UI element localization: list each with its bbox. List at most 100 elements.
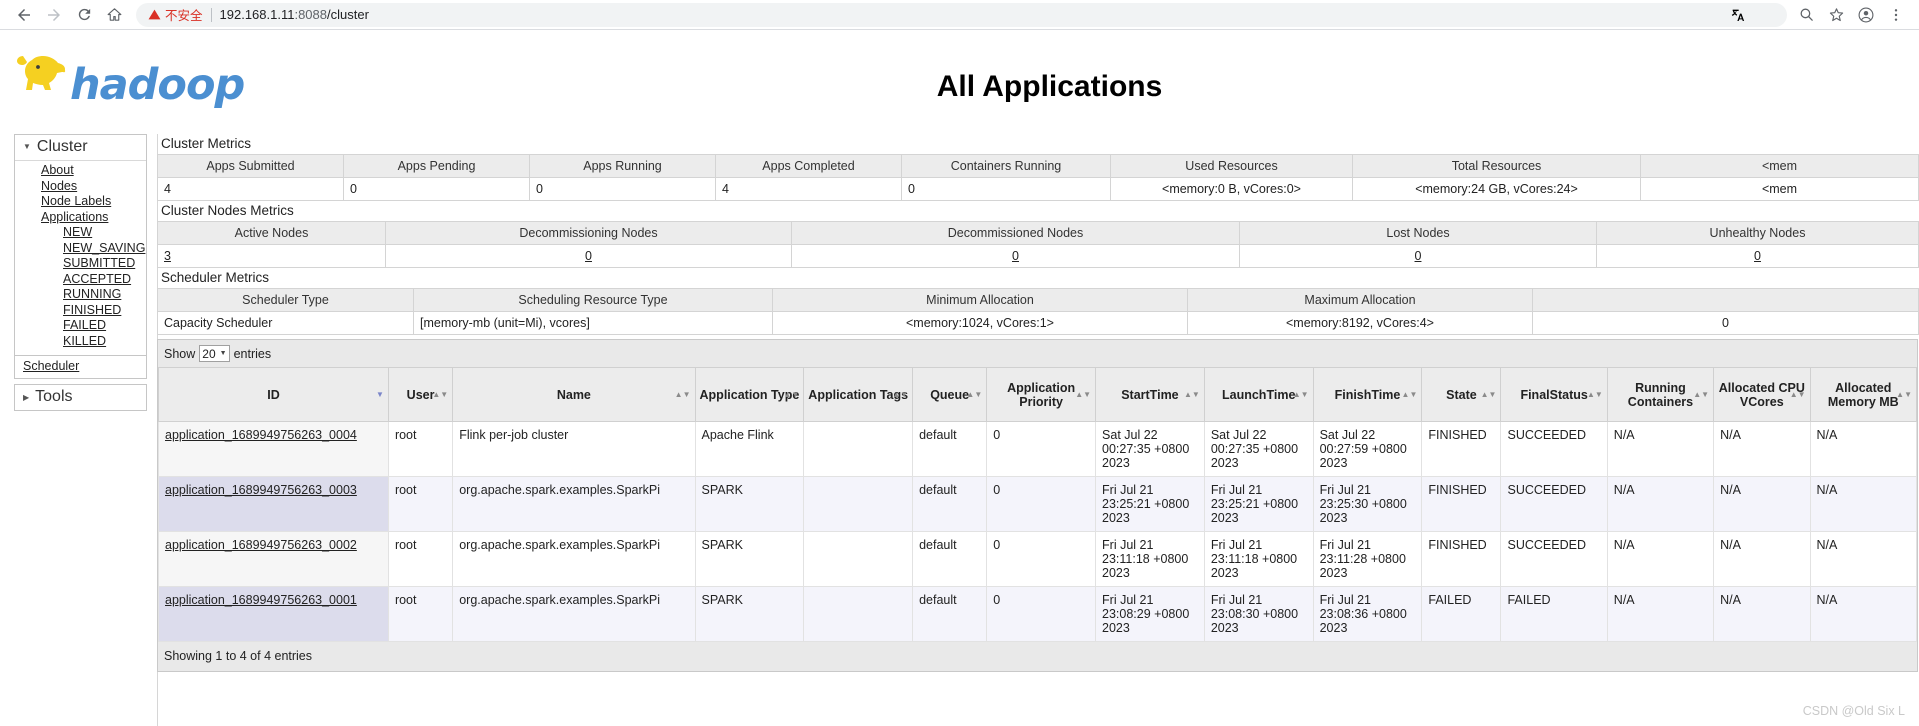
col-final-status-label: FinalStatus xyxy=(1520,387,1588,402)
sidebar-item-running[interactable]: RUNNING xyxy=(63,287,146,303)
cell-final-status: SUCCEEDED xyxy=(1500,531,1608,587)
tools-panel[interactable]: ▶ Tools xyxy=(14,384,147,411)
col-scheduling-resource-type[interactable]: Scheduling Resource Type xyxy=(413,288,773,312)
application-link[interactable]: application_1689949756263_0001 xyxy=(165,593,357,607)
link-active-nodes[interactable]: 3 xyxy=(164,249,171,263)
cluster-metrics-title: Cluster Metrics xyxy=(161,136,252,151)
sidebar-item-new[interactable]: NEW xyxy=(63,225,146,241)
col-application-tags[interactable]: Application Tags ▲▼ xyxy=(803,367,914,422)
col-max-cluster-app-priority[interactable] xyxy=(1532,288,1919,312)
col-unhealthy-nodes[interactable]: Unhealthy Nodes xyxy=(1596,221,1919,245)
sidebar-item-applications[interactable]: Applications xyxy=(41,210,146,226)
col-start-time[interactable]: StartTime ▲▼ xyxy=(1095,367,1205,422)
application-link[interactable]: application_1689949756263_0004 xyxy=(165,428,357,442)
col-application-type[interactable]: Application Type ▲▼ xyxy=(694,367,805,422)
col-queue[interactable]: Queue ▲▼ xyxy=(912,367,988,422)
col-user[interactable]: User ▲▼ xyxy=(387,367,454,422)
col-running-containers[interactable]: Running Containers ▲▼ xyxy=(1606,367,1715,422)
translate-icon[interactable] xyxy=(1729,6,1747,24)
address-bar[interactable]: 不安全 192.168.1.11:8088/cluster xyxy=(136,2,1787,27)
cell-user: root xyxy=(387,476,454,532)
col-state[interactable]: State ▲▼ xyxy=(1421,367,1502,422)
cell-name: org.apache.spark.examples.SparkPi xyxy=(452,476,696,532)
kebab-menu-icon[interactable] xyxy=(1887,6,1905,24)
reload-icon[interactable] xyxy=(70,2,98,28)
cell-user: root xyxy=(387,531,454,587)
table-header-row: Active Nodes Decommissioning Nodes Decom… xyxy=(157,221,1919,245)
sidebar-item-accepted[interactable]: ACCEPTED xyxy=(63,272,146,288)
sidebar-item-new-saving[interactable]: NEW_SAVING xyxy=(63,241,146,257)
col-apps-pending[interactable]: Apps Pending xyxy=(343,154,530,178)
val-unhealthy-nodes-cell: 0 xyxy=(1596,244,1919,268)
col-apps-submitted[interactable]: Apps Submitted xyxy=(157,154,344,178)
star-icon[interactable] xyxy=(1827,6,1845,24)
table-row[interactable]: application_1689949756263_0004 root Flin… xyxy=(158,421,1918,477)
col-lost-nodes[interactable]: Lost Nodes xyxy=(1239,221,1597,245)
sidebar-item-node-labels[interactable]: Node Labels xyxy=(41,194,146,210)
application-link[interactable]: application_1689949756263_0002 xyxy=(165,538,357,552)
col-decommissioned-nodes[interactable]: Decommissioned Nodes xyxy=(791,221,1240,245)
col-id[interactable]: ID ▼ xyxy=(158,367,389,422)
back-arrow-icon[interactable] xyxy=(10,2,38,28)
sidebar-item-nodes[interactable]: Nodes xyxy=(41,179,146,195)
cell-id: application_1689949756263_0004 xyxy=(158,421,389,477)
col-total-resources[interactable]: Total Resources xyxy=(1352,154,1641,178)
cluster-section-header[interactable]: ▼ Cluster xyxy=(15,135,146,161)
application-link[interactable]: application_1689949756263_0003 xyxy=(165,483,357,497)
url-port: :8088 xyxy=(294,7,328,22)
chevron-down-icon: ▼ xyxy=(23,142,31,151)
cell-application-priority: 0 xyxy=(986,586,1097,642)
col-application-priority[interactable]: Application Priority ▲▼ xyxy=(986,367,1097,422)
table-row[interactable]: application_1689949756263_0003 root org.… xyxy=(158,476,1918,532)
val-scheduler-type: Capacity Scheduler xyxy=(157,311,414,335)
col-final-status[interactable]: FinalStatus ▲▼ xyxy=(1500,367,1608,422)
cell-finish-time: Sat Jul 22 00:27:59 +0800 2023 xyxy=(1312,421,1423,477)
col-apps-completed[interactable]: Apps Completed xyxy=(715,154,902,178)
omnibox-search-icon[interactable] xyxy=(1757,6,1775,24)
sort-icon: ▲▼ xyxy=(892,389,909,399)
cell-launch-time: Fri Jul 21 23:08:30 +0800 2023 xyxy=(1203,586,1314,642)
col-name[interactable]: Name ▲▼ xyxy=(452,367,696,422)
col-minimum-allocation[interactable]: Minimum Allocation xyxy=(772,288,1188,312)
link-unhealthy-nodes[interactable]: 0 xyxy=(1754,249,1761,263)
sidebar-item-killed[interactable]: KILLED xyxy=(63,334,146,350)
url-path: /cluster xyxy=(327,7,369,22)
cell-allocated-memory-mb: N/A xyxy=(1809,421,1918,477)
col-finish-time[interactable]: FinishTime ▲▼ xyxy=(1312,367,1423,422)
search-icon[interactable] xyxy=(1797,6,1815,24)
forward-arrow-icon[interactable] xyxy=(40,2,68,28)
col-reserved-resources[interactable]: <mem xyxy=(1640,154,1919,178)
home-icon[interactable] xyxy=(100,2,128,28)
sidebar-item-about[interactable]: About xyxy=(41,163,146,179)
col-maximum-allocation[interactable]: Maximum Allocation xyxy=(1187,288,1533,312)
table-row[interactable]: application_1689949756263_0001 root org.… xyxy=(158,586,1918,642)
col-active-nodes[interactable]: Active Nodes xyxy=(157,221,386,245)
col-used-resources[interactable]: Used Resources xyxy=(1110,154,1353,178)
cell-launch-time: Fri Jul 21 23:25:21 +0800 2023 xyxy=(1203,476,1314,532)
profile-icon[interactable] xyxy=(1857,6,1875,24)
table-row[interactable]: application_1689949756263_0002 root org.… xyxy=(158,531,1918,587)
col-scheduler-type[interactable]: Scheduler Type xyxy=(157,288,414,312)
link-decommissioning-nodes[interactable]: 0 xyxy=(585,249,592,263)
val-decommissioned-nodes-cell: 0 xyxy=(791,244,1240,268)
cluster-section-label: Cluster xyxy=(36,138,88,155)
security-warning[interactable]: 不安全 xyxy=(148,5,203,24)
cluster-metrics-table: Apps Submitted Apps Pending Apps Running… xyxy=(157,154,1919,201)
sidebar-item-submitted[interactable]: SUBMITTED xyxy=(63,256,146,272)
sidebar-item-scheduler[interactable]: Scheduler xyxy=(23,359,79,373)
entries-per-page-select[interactable]: 20 ▼ xyxy=(199,345,230,362)
applications-table-body: application_1689949756263_0004 root Flin… xyxy=(158,421,1918,642)
link-lost-nodes[interactable]: 0 xyxy=(1415,249,1422,263)
chevron-down-icon: ▼ xyxy=(219,350,227,357)
entries-label: entries xyxy=(233,346,272,361)
sidebar: ▼ Cluster About Nodes Node Labels Applic… xyxy=(14,134,147,411)
col-containers-running[interactable]: Containers Running xyxy=(901,154,1111,178)
link-decommissioned-nodes[interactable]: 0 xyxy=(1012,249,1019,263)
col-decommissioning-nodes[interactable]: Decommissioning Nodes xyxy=(385,221,792,245)
sidebar-item-failed[interactable]: FAILED xyxy=(63,318,146,334)
col-launch-time[interactable]: LaunchTime ▲▼ xyxy=(1203,367,1314,422)
col-allocated-cpu-vcores[interactable]: Allocated CPU VCores ▲▼ xyxy=(1713,367,1811,422)
col-apps-running[interactable]: Apps Running xyxy=(529,154,716,178)
sidebar-item-finished[interactable]: FINISHED xyxy=(63,303,146,319)
col-allocated-memory-mb[interactable]: Allocated Memory MB ▲▼ xyxy=(1809,367,1918,422)
